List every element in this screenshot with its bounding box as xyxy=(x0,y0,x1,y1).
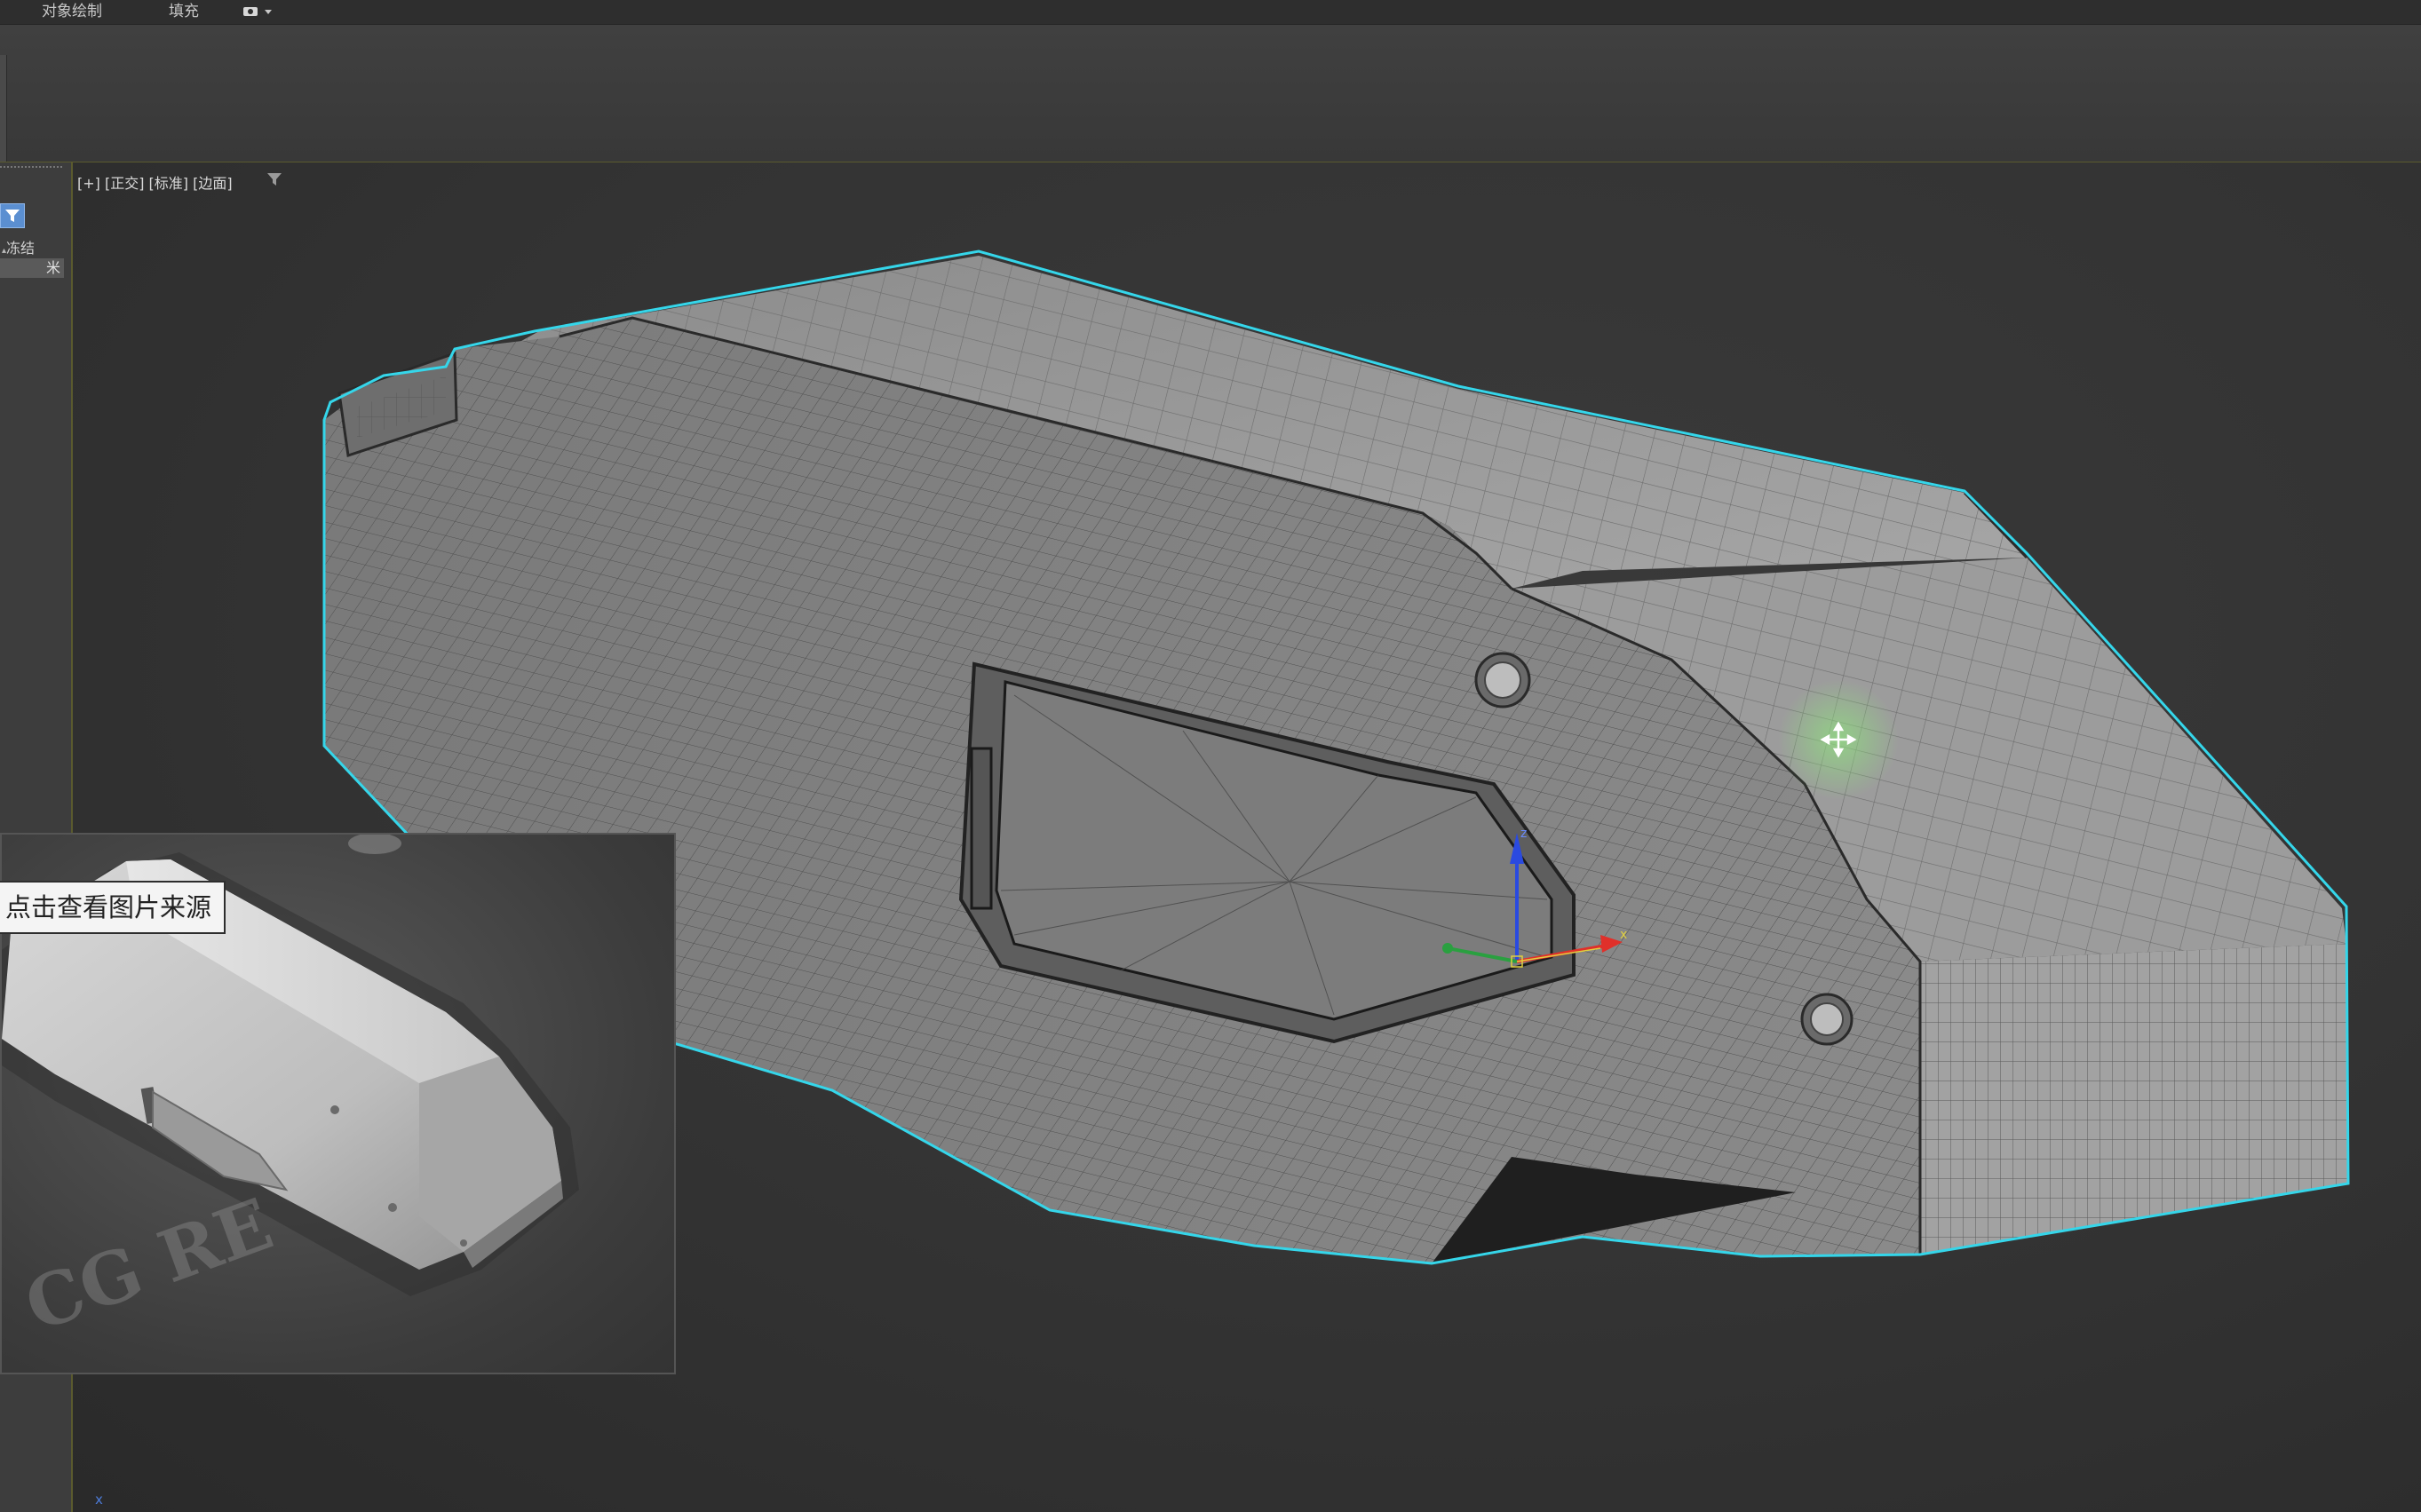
freeze-toggle-cell[interactable]: 米 xyxy=(0,258,64,278)
model-screw-hole-upper xyxy=(1474,652,1531,709)
menu-object-paint[interactable]: 对象绘制 xyxy=(42,3,102,20)
model-screw-hole-lower xyxy=(1800,993,1853,1046)
model-front-end-face xyxy=(1920,944,2348,1255)
viewport-axis-marker: x xyxy=(95,1492,103,1508)
menu-bar: 对象绘制 填充 xyxy=(0,0,2421,25)
image-source-tooltip[interactable]: 点击查看图片来源 xyxy=(0,881,226,934)
app-window: 对象绘制 填充 x z [+] [正交] [标准] [边面] ▴冻结 米 CG … xyxy=(0,0,2421,1512)
camera-dropdown-icon[interactable] xyxy=(242,4,274,19)
freeze-column-label: ▴冻结 xyxy=(2,240,36,257)
menu-fill[interactable]: 填充 xyxy=(169,3,199,20)
move-cursor-icon xyxy=(1778,679,1899,800)
panel-drag-handle[interactable] xyxy=(0,166,62,171)
reference-watermark: CG RE xyxy=(14,1182,282,1348)
svg-text:z: z xyxy=(1520,827,1527,841)
ribbon-panel xyxy=(0,25,2421,163)
filter-icon xyxy=(5,210,20,222)
ribbon-grip-handle[interactable] xyxy=(0,55,7,162)
filter-toggle-button[interactable] xyxy=(0,203,25,228)
model-side-clip xyxy=(970,747,993,910)
svg-text:x: x xyxy=(1620,928,1627,942)
funnel-icon[interactable] xyxy=(266,171,282,187)
viewport-label[interactable]: [+] [正交] [标准] [边面] xyxy=(77,171,233,193)
